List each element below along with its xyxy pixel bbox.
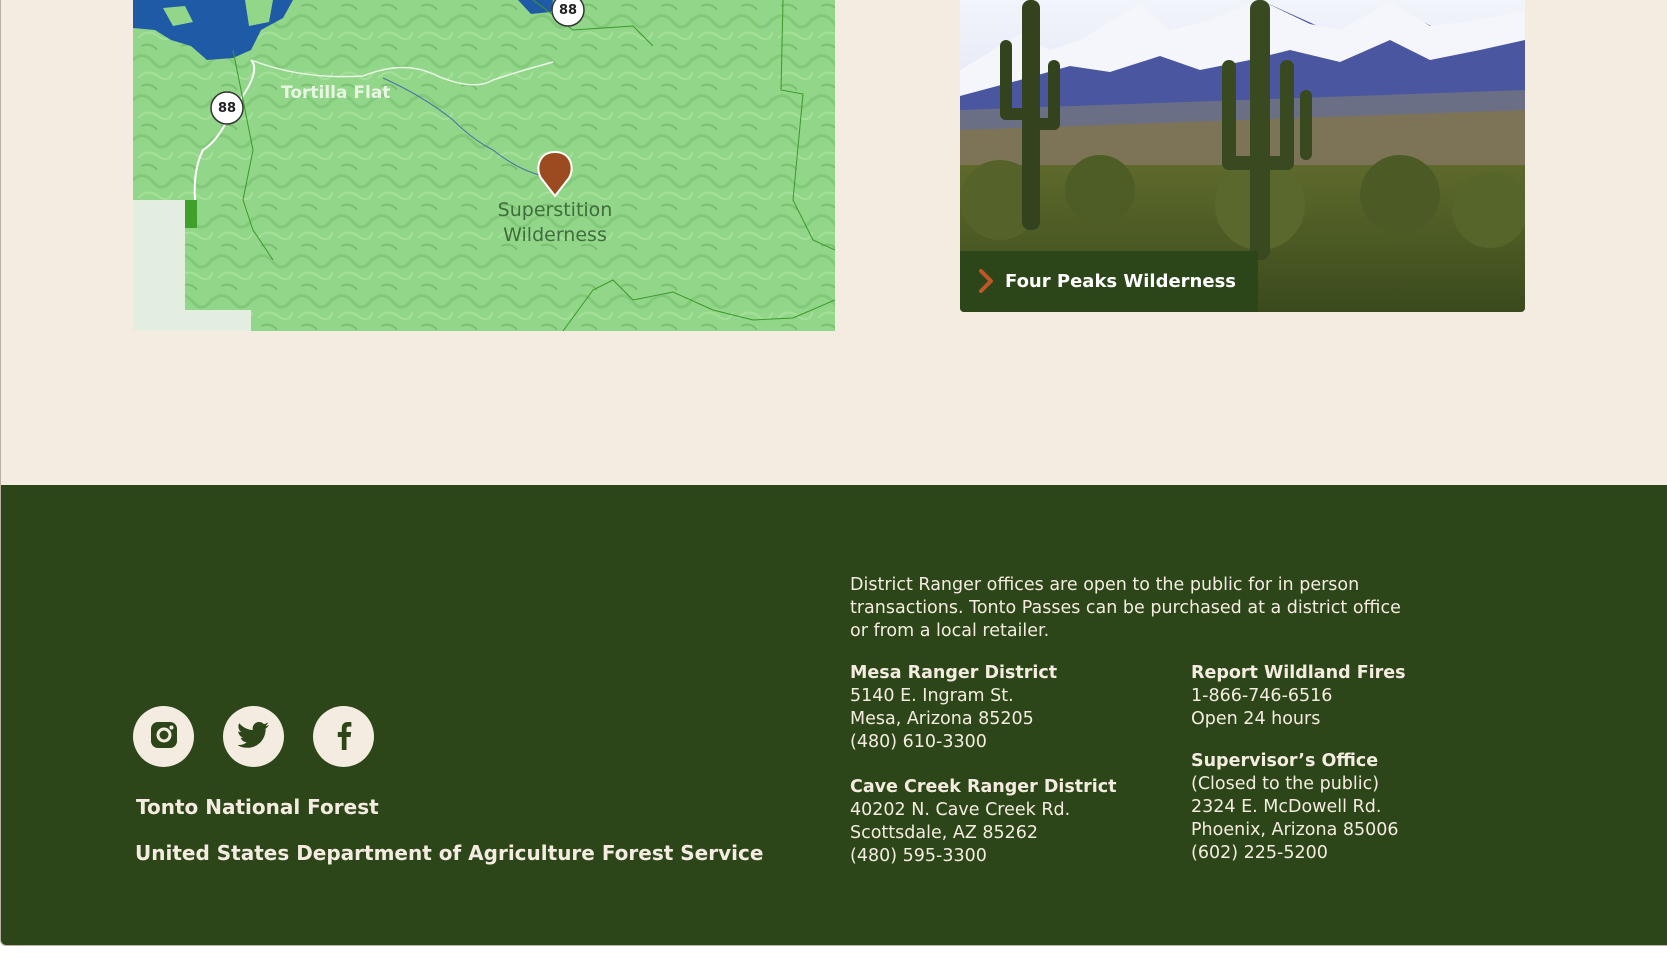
wildfires-phone-link[interactable]: 1-866-746-6516 — [1191, 686, 1332, 706]
chevron-right-icon — [978, 269, 994, 293]
twitter-icon — [236, 721, 270, 753]
supervisor-note: (Closed to the public) — [1191, 774, 1380, 794]
supervisor-office: Supervisor’s Office (Closed to the publi… — [1191, 750, 1399, 865]
site-footer: Tonto National Forest United States Depa… — [1, 485, 1667, 945]
four-peaks-link[interactable]: Four Peaks Wilderness — [960, 251, 1259, 312]
twitter-link[interactable] — [223, 706, 284, 767]
svg-text:88: 88 — [559, 3, 577, 18]
agency-name: United States Department of Agriculture … — [135, 841, 764, 865]
facebook-icon — [335, 720, 353, 754]
instagram-link[interactable] — [133, 706, 194, 767]
mesa-address-line2: Mesa, Arizona 85205 — [850, 709, 1034, 729]
facebook-link[interactable] — [313, 706, 374, 767]
map-label-tortilla-flat: Tortilla Flat — [281, 83, 390, 103]
office-notice: District Ranger offices are open to the … — [850, 575, 1401, 641]
wildfires-title: Report Wildland Fires — [1191, 663, 1406, 683]
cave-creek-address-line1: 40202 N. Cave Creek Rd. — [850, 800, 1071, 820]
map-label-superstition: Superstition — [498, 199, 613, 221]
supervisor-title: Supervisor’s Office — [1191, 751, 1379, 771]
report-wildfires: Report Wildland Fires 1-866-746-6516 Ope… — [1191, 662, 1406, 731]
page-frame: 88 88 Tortilla Flat Superstition Wildern… — [0, 0, 1667, 946]
social-links — [133, 706, 374, 767]
mesa-district: Mesa Ranger District 5140 E. Ingram St. … — [850, 662, 1057, 754]
mesa-district-title: Mesa Ranger District — [850, 663, 1058, 683]
cave-creek-district: Cave Creek Ranger District 40202 N. Cave… — [850, 776, 1117, 868]
cave-creek-district-title: Cave Creek Ranger District — [850, 777, 1117, 797]
wildfires-hours: Open 24 hours — [1191, 709, 1321, 729]
four-peaks-label: Four Peaks Wilderness — [1005, 271, 1237, 292]
four-peaks-card[interactable]: Four Peaks Wilderness — [960, 0, 1525, 312]
mesa-address-line1: 5140 E. Ingram St. — [850, 686, 1014, 706]
route-shield-88-left: 88 — [210, 91, 244, 125]
wilderness-map[interactable]: 88 88 Tortilla Flat Superstition Wildern… — [133, 0, 835, 331]
org-name: Tonto National Forest — [136, 795, 379, 819]
cave-creek-phone-link[interactable]: (480) 595-3300 — [850, 846, 987, 866]
supervisor-address-line2: Phoenix, Arizona 85006 — [1191, 820, 1399, 840]
map-label-wilderness: Wilderness — [503, 224, 607, 246]
route-shield-88-top: 88 — [551, 0, 585, 27]
supervisor-phone-link[interactable]: (602) 225-5200 — [1191, 843, 1328, 863]
cave-creek-address-line2: Scottsdale, AZ 85262 — [850, 823, 1039, 843]
supervisor-address-line1: 2324 E. McDowell Rd. — [1191, 797, 1382, 817]
instagram-icon — [148, 719, 180, 755]
svg-text:88: 88 — [218, 101, 236, 116]
mesa-phone-link[interactable]: (480) 610-3300 — [850, 732, 987, 752]
content-section: 88 88 Tortilla Flat Superstition Wildern… — [1, 0, 1667, 485]
